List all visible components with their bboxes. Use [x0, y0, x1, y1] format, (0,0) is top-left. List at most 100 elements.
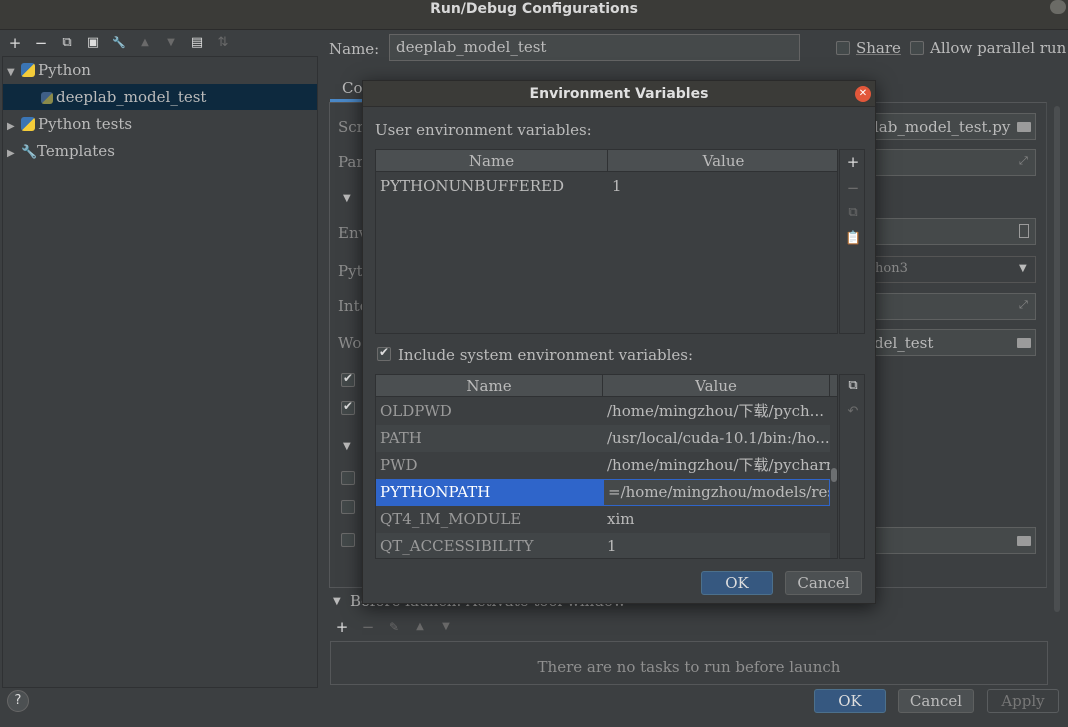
name-input[interactable]: deeplab_model_test — [389, 34, 800, 61]
redirect-input-field[interactable] — [866, 527, 1036, 554]
variable-name-cell[interactable]: PWD — [376, 452, 603, 479]
script-path-field[interactable]: lab_model_test.py — [866, 113, 1036, 140]
tree-node-config[interactable]: deeplab_model_test — [3, 84, 317, 110]
option-checkbox-2[interactable] — [341, 399, 355, 415]
include-system-checkbox[interactable] — [377, 345, 391, 361]
variable-value-cell[interactable]: /home/mingzhou/下载/pych... — [603, 398, 830, 425]
python-interpreter-select[interactable]: hon3 ▼ — [866, 256, 1036, 283]
name-label: Name: — [329, 40, 380, 58]
table-row[interactable]: PYTHONPATH =/home/mingzhou/models/res — [376, 479, 830, 506]
variable-name-cell[interactable]: QT4_IM_MODULE — [376, 506, 603, 533]
option-checkbox-4[interactable] — [341, 500, 355, 514]
variable-value-cell[interactable]: /usr/local/cuda-10.1/bin:/ho... — [603, 425, 830, 452]
folder-icon[interactable] — [1017, 338, 1031, 348]
user-vars-label: User environment variables: — [375, 121, 592, 139]
interpreter-options-field[interactable]: ⤢ — [866, 293, 1036, 320]
copy-icon[interactable]: ⧉ — [59, 35, 75, 51]
system-vars-scrollbar[interactable] — [831, 468, 837, 482]
move-task-down-icon[interactable]: ▼ — [438, 619, 454, 635]
help-button[interactable]: ? — [7, 690, 29, 712]
copy-variable-icon[interactable]: ⧉ — [845, 205, 861, 220]
revert-icon[interactable]: ↶ — [845, 404, 861, 419]
tree-node-templates[interactable]: ▶ 🔧Templates — [3, 138, 317, 164]
remove-task-icon[interactable]: − — [360, 619, 376, 635]
variable-name-cell[interactable]: PYTHONPATH — [376, 479, 603, 506]
system-vars-table: Name Value OLDPWD/home/mingzhou/下载/pych.… — [375, 374, 838, 559]
column-header-name[interactable]: Name — [376, 375, 603, 397]
python-tests-icon — [21, 117, 35, 131]
column-header-value[interactable]: Value — [603, 375, 830, 397]
parallel-run-checkbox[interactable] — [910, 41, 924, 55]
config-tree: ▼ Python deeplab_model_test ▶ Python tests… — [2, 56, 318, 688]
column-header-name[interactable]: Name — [376, 150, 608, 172]
sort-icon[interactable]: ⇅ — [215, 35, 231, 51]
window-close-icon[interactable] — [1050, 0, 1066, 14]
folder-add-icon[interactable]: ▤ — [189, 35, 205, 51]
tree-node-python[interactable]: ▼ Python — [3, 57, 317, 83]
table-row[interactable]: QT4_IM_MODULE xim — [376, 506, 830, 533]
python-icon — [21, 63, 35, 77]
working-dir-field[interactable]: del_test — [866, 329, 1036, 356]
table-header: Name Value — [376, 150, 837, 172]
params-label: Par — [338, 153, 364, 171]
move-task-up-icon[interactable]: ▲ — [412, 619, 428, 635]
expand-icon[interactable]: ⤢ — [1019, 298, 1028, 312]
variable-name-cell[interactable]: PYTHONUNBUFFERED — [376, 173, 608, 200]
env-field[interactable] — [866, 218, 1036, 245]
option-checkbox-3[interactable] — [341, 471, 355, 485]
remove-icon[interactable]: − — [33, 35, 49, 51]
move-down-icon[interactable]: ▼ — [163, 35, 179, 51]
window-title: Run/Debug Configurations — [430, 1, 638, 17]
section-expand-arrow-icon[interactable]: ▼ — [343, 193, 351, 204]
variable-value-cell[interactable]: /home/mingzhou/下载/pycharm — [603, 452, 830, 479]
copy-system-variable-icon[interactable]: ⧉ — [845, 378, 861, 393]
python-file-icon — [41, 92, 53, 104]
table-row[interactable]: QT_ACCESSIBILITY 1 — [376, 533, 830, 558]
browse-env-icon[interactable] — [1019, 224, 1029, 238]
save-icon[interactable]: ▣ — [85, 35, 101, 51]
wrench-icon: 🔧 — [21, 145, 38, 160]
apply-button[interactable]: Apply — [987, 689, 1059, 713]
ok-button[interactable]: OK — [814, 689, 886, 713]
remove-variable-icon[interactable]: − — [845, 179, 861, 197]
add-variable-icon[interactable]: + — [845, 153, 861, 171]
cancel-button[interactable]: Cancel — [898, 689, 974, 713]
table-row[interactable]: PATH/usr/local/cuda-10.1/bin:/ho... — [376, 425, 830, 452]
table-row[interactable]: PYTHONUNBUFFERED 1 — [376, 173, 837, 200]
variable-name-cell[interactable]: QT_ACCESSIBILITY — [376, 533, 603, 558]
variable-value-cell[interactable]: =/home/mingzhou/models/res — [603, 479, 830, 506]
expand-icon[interactable]: ⤢ — [1019, 154, 1028, 168]
expanded-arrow-icon[interactable]: ▼ — [7, 60, 21, 86]
edit-task-icon[interactable]: ✎ — [386, 619, 402, 635]
share-checkbox[interactable] — [836, 41, 850, 55]
section-expand-arrow-icon[interactable]: ▼ — [343, 441, 351, 452]
variable-value-cell[interactable]: 1 — [603, 533, 830, 558]
params-field[interactable]: ⤢ — [866, 149, 1036, 176]
paste-variable-icon[interactable]: 📋 — [845, 231, 861, 246]
option-checkbox-5[interactable] — [341, 533, 355, 547]
tree-node-python-tests[interactable]: ▶ Python tests — [3, 111, 317, 137]
chevron-down-icon[interactable]: ▼ — [1019, 263, 1027, 274]
config-scrollbar[interactable] — [1054, 106, 1060, 612]
dialog-close-icon[interactable]: ✕ — [855, 86, 871, 102]
column-header-value[interactable]: Value — [608, 150, 837, 172]
table-row[interactable]: OLDPWD/home/mingzhou/下载/pych... — [376, 398, 830, 425]
table-row[interactable]: PWD/home/mingzhou/下载/pycharm — [376, 452, 830, 479]
wrench-icon[interactable]: 🔧 — [111, 35, 127, 51]
tree-node-label: Python tests — [38, 115, 133, 133]
collapsed-arrow-icon[interactable]: ▶ — [7, 114, 21, 140]
variable-value-cell[interactable]: xim — [603, 506, 830, 533]
add-task-icon[interactable]: + — [334, 619, 350, 635]
folder-icon[interactable] — [1017, 122, 1031, 132]
collapsed-arrow-icon[interactable]: ▶ — [7, 141, 21, 167]
variable-value-cell[interactable]: 1 — [608, 173, 837, 200]
dialog-ok-button[interactable]: OK — [701, 571, 773, 595]
variable-name-cell[interactable]: PATH — [376, 425, 603, 452]
dialog-cancel-button[interactable]: Cancel — [785, 571, 862, 595]
folder-icon[interactable] — [1017, 536, 1031, 546]
variable-name-cell[interactable]: OLDPWD — [376, 398, 603, 425]
add-icon[interactable]: + — [7, 35, 23, 51]
move-up-icon[interactable]: ▲ — [137, 35, 153, 51]
option-checkbox-1[interactable] — [341, 371, 355, 387]
before-launch-arrow-icon[interactable]: ▼ — [333, 596, 341, 607]
